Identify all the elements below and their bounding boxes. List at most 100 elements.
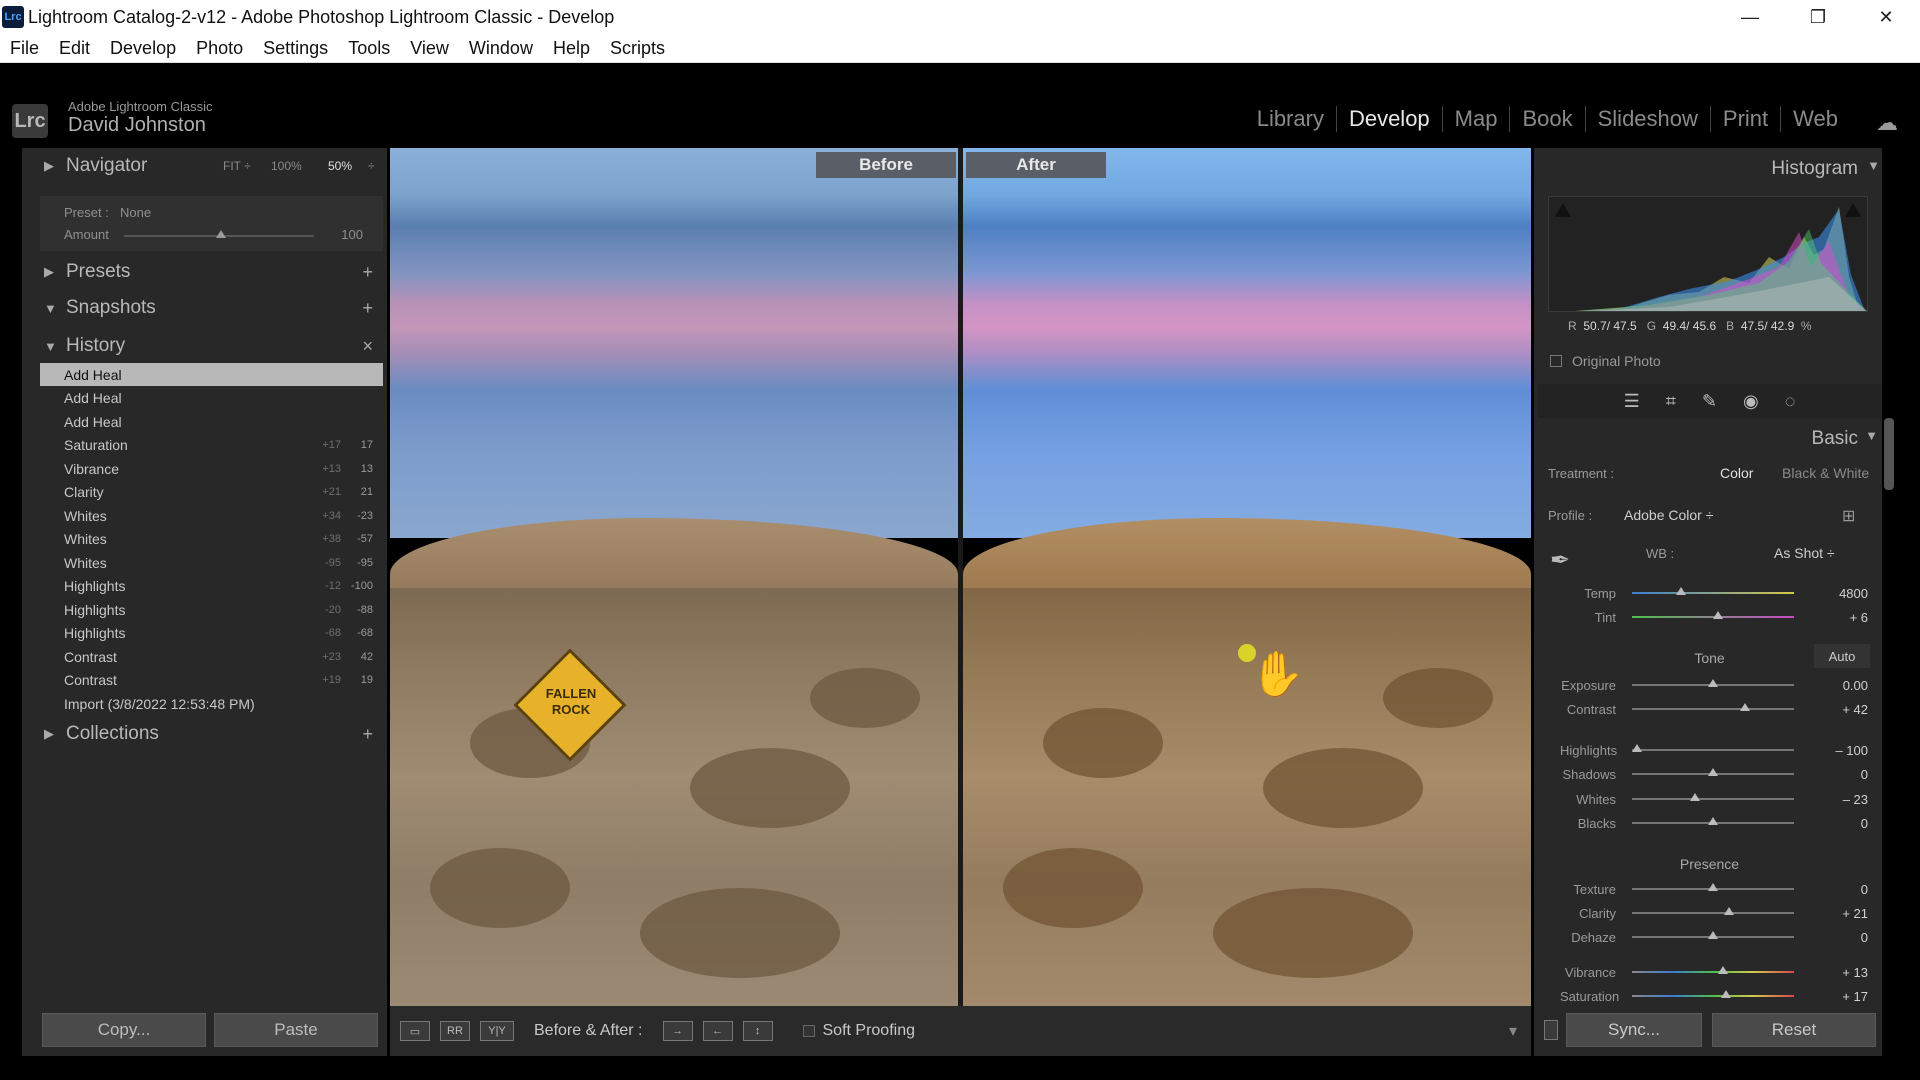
zoom-more[interactable]: ÷ <box>368 159 375 173</box>
slider-knob[interactable] <box>1675 587 1686 595</box>
before-after-icon[interactable]: Y|Y <box>480 1021 514 1041</box>
slider-whites[interactable]: Whites – 23 <box>1560 788 1870 810</box>
amount-knob[interactable] <box>216 230 226 238</box>
slider-value[interactable]: 4800 <box>1794 586 1868 601</box>
menu-tools[interactable]: Tools <box>338 38 400 59</box>
copy-after-to-before-icon[interactable]: ← <box>702 1021 733 1041</box>
highlight-clipping-icon[interactable] <box>1845 203 1861 217</box>
slider-value[interactable]: + 13 <box>1794 965 1868 980</box>
add-preset-icon[interactable]: + <box>362 262 373 283</box>
module-book[interactable]: Book <box>1509 106 1584 132</box>
slider-track[interactable] <box>1632 817 1794 825</box>
slider-track[interactable] <box>1632 679 1794 687</box>
history-item[interactable]: Add Heal <box>40 387 383 410</box>
history-item[interactable]: Highlights -68 -68 <box>40 622 383 645</box>
slider-value[interactable]: 0.00 <box>1794 678 1868 693</box>
slider-value[interactable]: 0 <box>1794 930 1868 945</box>
slider-value[interactable]: + 17 <box>1794 989 1868 1004</box>
amount-slider[interactable] <box>124 230 314 238</box>
slider-track[interactable] <box>1632 768 1794 776</box>
toolbar-menu-icon[interactable]: ▾ <box>1509 1021 1517 1041</box>
module-slideshow[interactable]: Slideshow <box>1584 106 1710 132</box>
slider-shadows[interactable]: Shadows 0 <box>1560 763 1870 785</box>
slider-contrast[interactable]: Contrast + 42 <box>1560 698 1870 720</box>
slider-knob[interactable] <box>1712 611 1723 619</box>
slider-knob[interactable] <box>1740 703 1751 711</box>
snapshots-header[interactable]: ▼ Snapshots + <box>18 291 383 325</box>
edit-sliders-icon[interactable]: ☰ <box>1624 391 1640 412</box>
menu-edit[interactable]: Edit <box>49 38 100 59</box>
shadow-clipping-icon[interactable] <box>1555 203 1571 217</box>
slider-texture[interactable]: Texture 0 <box>1560 878 1870 900</box>
module-library[interactable]: Library <box>1245 106 1336 132</box>
histogram-collapse-icon[interactable]: ▼ <box>1867 158 1880 173</box>
paste-button[interactable]: Paste <box>214 1013 378 1047</box>
slider-temp[interactable]: Temp 4800 <box>1560 582 1870 604</box>
slider-track[interactable] <box>1632 883 1794 891</box>
slider-track[interactable] <box>1631 744 1794 752</box>
slider-value[interactable]: + 21 <box>1794 906 1868 921</box>
reset-button[interactable]: Reset <box>1712 1013 1876 1047</box>
history-item[interactable]: Contrast +23 42 <box>40 645 383 668</box>
cloud-icon[interactable]: ☁ <box>1876 110 1898 136</box>
crop-icon[interactable]: ⌗ <box>1666 391 1676 412</box>
slider-exposure[interactable]: Exposure 0.00 <box>1560 674 1870 696</box>
slider-value[interactable]: + 6 <box>1794 610 1868 625</box>
slider-track[interactable] <box>1632 793 1794 801</box>
loupe-view-icon[interactable]: ▭ <box>400 1021 430 1041</box>
menu-scripts[interactable]: Scripts <box>600 38 675 59</box>
history-item[interactable]: Highlights -20 -88 <box>40 598 383 621</box>
slider-track[interactable] <box>1632 966 1794 974</box>
basic-title[interactable]: Basic <box>1812 428 1858 450</box>
slider-knob[interactable] <box>1708 679 1718 687</box>
menu-window[interactable]: Window <box>459 38 543 59</box>
slider-track[interactable] <box>1632 990 1794 998</box>
basic-collapse-icon[interactable]: ▼ <box>1865 428 1878 443</box>
history-header[interactable]: ▼ History × <box>18 329 383 363</box>
slider-value[interactable]: – 100 <box>1794 743 1868 758</box>
slider-track[interactable] <box>1632 703 1794 711</box>
slider-knob[interactable] <box>1631 744 1642 752</box>
module-print[interactable]: Print <box>1709 106 1780 132</box>
copy-before-to-after-icon[interactable]: → <box>662 1021 693 1041</box>
history-item[interactable]: Clarity +21 21 <box>40 481 383 504</box>
swap-icon[interactable]: ↕ <box>742 1021 773 1041</box>
history-item[interactable]: Whites +34 -23 <box>40 504 383 527</box>
menu-view[interactable]: View <box>400 38 459 59</box>
wb-eyedropper-icon[interactable]: ✒ <box>1550 546 1570 575</box>
history-item[interactable]: Vibrance +13 13 <box>40 457 383 480</box>
slider-knob[interactable] <box>1708 817 1718 825</box>
masking-icon[interactable]: ◌ <box>1785 391 1796 412</box>
slider-track[interactable] <box>1632 907 1794 915</box>
add-snapshot-icon[interactable]: + <box>362 298 373 319</box>
original-photo-checkbox[interactable] <box>1550 355 1562 367</box>
auto-sync-toggle[interactable] <box>1544 1020 1558 1040</box>
menu-settings[interactable]: Settings <box>253 38 338 59</box>
slider-track[interactable] <box>1632 587 1794 595</box>
slider-knob[interactable] <box>1708 883 1718 891</box>
histogram-graph[interactable] <box>1548 196 1868 312</box>
slider-knob[interactable] <box>1708 931 1718 939</box>
wb-select[interactable]: As Shot ÷ <box>1774 545 1835 561</box>
navigator-header[interactable]: ▶ Navigator FIT ÷ 100% 50% ÷ <box>18 149 383 183</box>
slider-blacks[interactable]: Blacks 0 <box>1560 812 1870 834</box>
menu-photo[interactable]: Photo <box>186 38 253 59</box>
module-develop[interactable]: Develop <box>1335 106 1442 132</box>
auto-tone-button[interactable]: Auto <box>1814 644 1870 668</box>
soft-proofing-checkbox[interactable] <box>802 1025 815 1037</box>
slider-clarity[interactable]: Clarity + 21 <box>1560 902 1870 924</box>
slider-value[interactable]: – 23 <box>1794 792 1868 807</box>
slider-knob[interactable] <box>1717 966 1728 974</box>
before-image[interactable] <box>390 148 958 1006</box>
slider-track[interactable] <box>1632 931 1794 939</box>
slider-knob[interactable] <box>1720 990 1731 998</box>
red-eye-icon[interactable]: ◉ <box>1743 391 1759 412</box>
module-web[interactable]: Web <box>1780 106 1850 132</box>
slider-knob[interactable] <box>1690 793 1701 801</box>
slider-knob[interactable] <box>1708 768 1718 776</box>
slider-highlights[interactable]: Highlights – 100 <box>1560 739 1870 761</box>
zoom-100[interactable]: 100% <box>271 159 302 173</box>
zoom-fit[interactable]: FIT ÷ <box>223 159 251 173</box>
profile-select[interactable]: Adobe Color ÷ <box>1624 507 1713 523</box>
treatment-bw[interactable]: Black & White <box>1782 465 1869 481</box>
